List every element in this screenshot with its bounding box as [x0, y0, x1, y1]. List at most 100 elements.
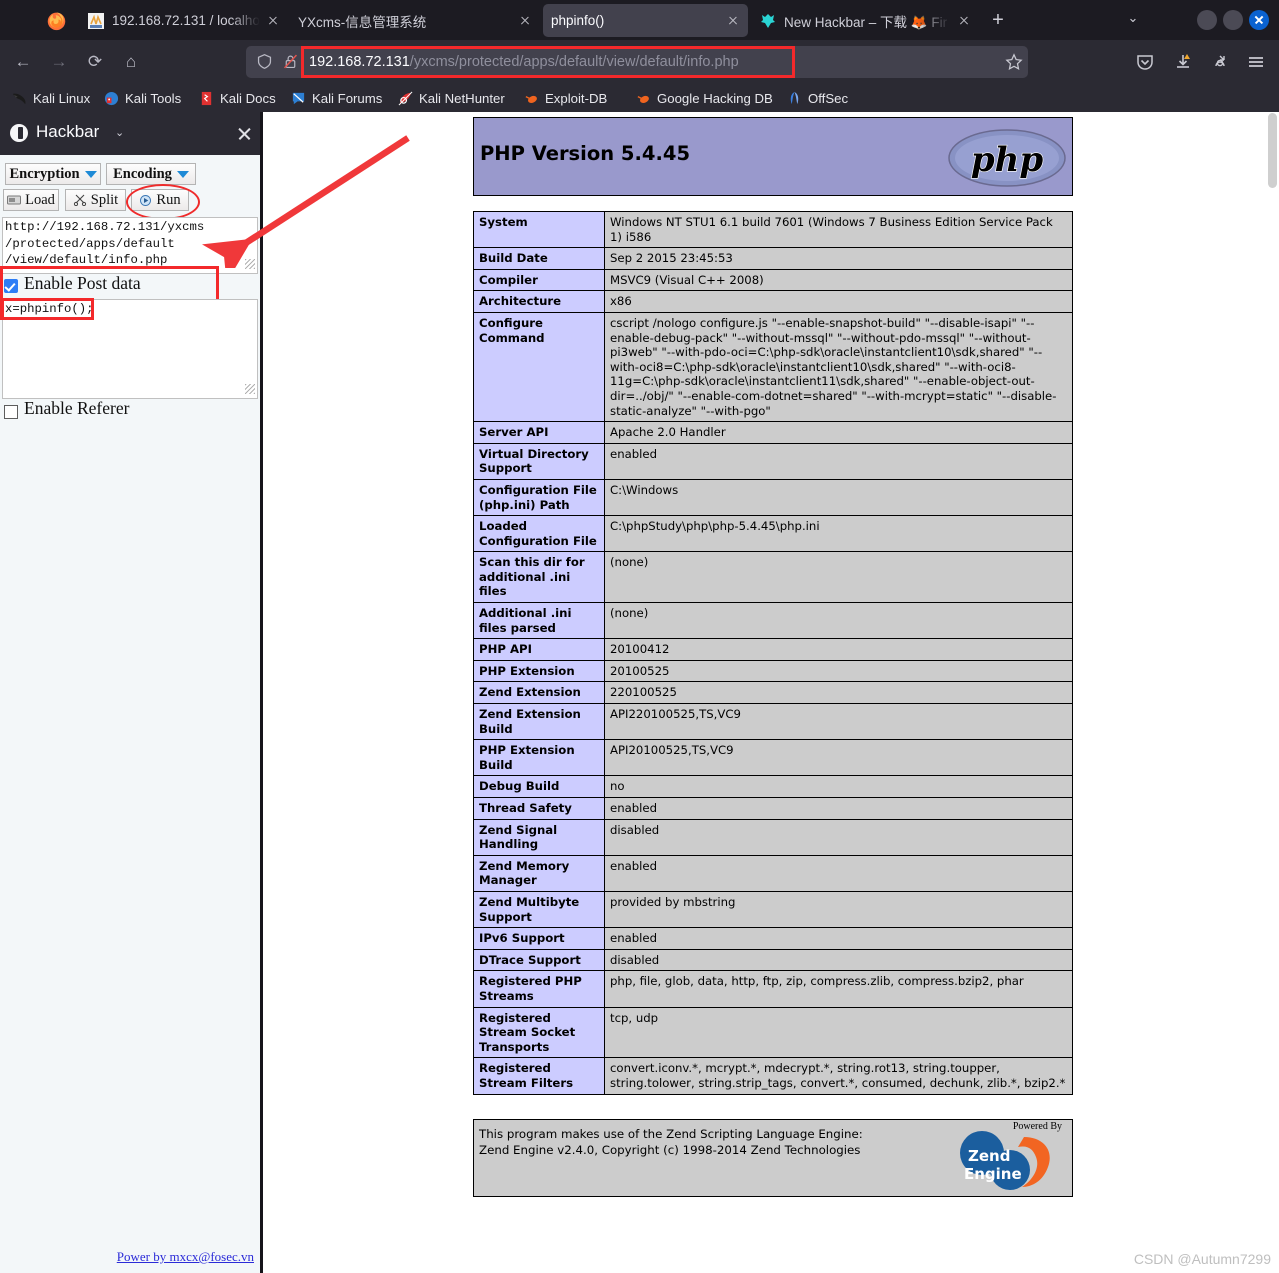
textarea-resize-handle[interactable]	[245, 259, 255, 269]
reload-icon[interactable]: ⟳	[82, 50, 108, 74]
table-cell-key: PHP API	[473, 638, 605, 661]
tab-close-icon[interactable]	[724, 12, 742, 30]
window-close-button[interactable]	[1249, 10, 1269, 30]
load-button[interactable]: Load	[3, 189, 59, 211]
table-row: Registered PHP Streams php, file, glob, d…	[473, 970, 1073, 1008]
browser-chrome: 192.168.72.131 / localhost YXcms-信息管理系统 …	[0, 0, 1279, 112]
download-icon[interactable]	[1173, 52, 1193, 72]
table-row: Zend Extension 220100525	[473, 681, 1073, 705]
bookmark-label: Kali Tools	[125, 90, 182, 106]
tab-phpmyadmin[interactable]: 192.168.72.131 / localhost	[80, 4, 288, 37]
shield-icon[interactable]	[256, 53, 273, 70]
table-cell-value: API220100525,TS,VC9	[604, 703, 1073, 741]
bookmark-kali-nethunter[interactable]: Kali NetHunter	[398, 88, 505, 108]
load-icon	[7, 195, 22, 205]
table-cell-value: provided by mbstring	[604, 890, 1073, 929]
table-cell-value: enabled	[604, 854, 1073, 892]
tab-yxcms[interactable]: YXcms-信息管理系统	[290, 4, 540, 37]
bookmark-kali-tools[interactable]: Kali Tools	[104, 88, 181, 108]
scissors-icon	[73, 194, 86, 206]
bookmark-label: Kali NetHunter	[419, 90, 505, 106]
window-maximize-button[interactable]	[1223, 10, 1243, 30]
table-cell-value: php, file, glob, data, http, ftp, zip, c…	[604, 970, 1073, 1008]
chevron-down-icon[interactable]: ⌄	[115, 126, 124, 139]
split-button[interactable]: Split	[65, 189, 126, 211]
bookmark-offsec[interactable]: OffSec	[787, 88, 848, 108]
textarea-resize-handle[interactable]	[245, 384, 255, 394]
lock-slash-icon[interactable]	[282, 53, 299, 70]
tab-new-hackbar[interactable]: New Hackbar – 下载 🦊 Fir	[752, 4, 979, 37]
new-tab-button[interactable]: +	[988, 10, 1008, 30]
bookmark-label: OffSec	[808, 90, 849, 106]
run-button[interactable]: Run	[131, 189, 189, 211]
bookmark-kali-linux[interactable]: Kali Linux	[12, 88, 90, 108]
encryption-dropdown-button[interactable]: Encryption	[5, 163, 101, 185]
encryption-label: Encryption	[9, 165, 80, 182]
run-label: Run	[156, 191, 181, 208]
table-cell-value: enabled	[604, 797, 1073, 820]
table-cell-value: tcp, udp	[604, 1006, 1073, 1059]
back-icon[interactable]: ←	[10, 50, 36, 74]
bookmark-kali-forums[interactable]: Kali Forums	[291, 88, 382, 108]
tab-phpinfo[interactable]: phpinfo()	[543, 4, 748, 37]
account-icon[interactable]	[1210, 52, 1230, 72]
table-cell-value: (none)	[604, 602, 1073, 640]
table-cell-value: 20100412	[604, 638, 1073, 661]
table-cell-key: Architecture	[473, 290, 605, 313]
table-cell-key: Additional .ini files parsed	[473, 602, 605, 640]
table-row: Registered Stream Socket Transports tcp, …	[473, 1006, 1073, 1059]
table-row: Zend Memory Manager enabled	[473, 854, 1073, 892]
table-cell-key: Zend Memory Manager	[473, 854, 605, 892]
phpmyadmin-icon	[88, 12, 104, 29]
bookmark-kali-docs[interactable]: Kali Docs	[199, 88, 276, 108]
list-all-tabs-icon[interactable]: ⌄	[1122, 10, 1144, 30]
tab-close-icon[interactable]	[955, 12, 973, 30]
table-cell-value: cscript /nologo configure.js "--enable-s…	[604, 311, 1073, 423]
hackbar-icon	[760, 13, 776, 29]
page-scrollbar[interactable]	[1266, 112, 1279, 1273]
kali-dragon-icon	[12, 93, 26, 104]
power-by-link[interactable]: Power by mxcx@fosec.vn	[117, 1249, 254, 1265]
table-row: Debug Build no	[473, 775, 1073, 798]
hackbar-sidebar: Hackbar ⌄ Encryption Encoding Load Split…	[0, 112, 263, 1273]
kali-tools-icon	[104, 91, 119, 105]
tab-label: New Hackbar – 下载 🦊 Fir	[784, 14, 948, 30]
table-row: Thread Safety enabled	[473, 797, 1073, 820]
sidebar-close-icon[interactable]	[236, 125, 253, 142]
table-cell-key: Virtual Directory Support	[473, 442, 605, 480]
bookmark-google-hacking-db[interactable]: Google Hacking DB	[636, 88, 773, 108]
table-cell-value: disabled	[604, 818, 1073, 856]
scrollbar-thumb[interactable]	[1268, 113, 1277, 188]
bookmark-star-icon[interactable]	[1005, 53, 1023, 71]
encoding-dropdown-button[interactable]: Encoding	[106, 163, 196, 185]
pocket-icon[interactable]	[1135, 52, 1155, 72]
table-row: Zend Multibyte Support provided by mbstri…	[473, 890, 1073, 929]
table-cell-value: C:\phpStudy\php\php-5.4.45\php.ini	[604, 515, 1073, 553]
table-row: Registered Stream Filters convert.iconv.*…	[473, 1057, 1073, 1095]
enable-referer-checkbox[interactable]	[4, 405, 18, 419]
table-cell-key: IPv6 Support	[473, 927, 605, 950]
split-label: Split	[90, 191, 119, 208]
zend-engine-text: This program makes use of the Zend Scrip…	[479, 1126, 863, 1158]
table-cell-key: DTrace Support	[473, 948, 605, 972]
tab-close-icon[interactable]	[264, 12, 282, 30]
chevron-down-icon	[176, 170, 189, 178]
enable-post-data-checkbox[interactable]	[4, 279, 18, 293]
url-highlight-box	[301, 46, 795, 78]
table-row: Loaded Configuration File C:\phpStudy\php…	[473, 515, 1073, 553]
table-row: Architecture x86	[473, 290, 1073, 313]
php-version-banner: PHP Version 5.4.45 php	[473, 117, 1073, 196]
table-cell-value: MSVC9 (Visual C++ 2008)	[604, 268, 1073, 292]
hamburger-menu-icon[interactable]	[1246, 52, 1266, 72]
home-icon[interactable]: ⌂	[118, 50, 144, 74]
table-row: Additional .ini files parsed (none)	[473, 602, 1073, 640]
window-minimize-button[interactable]	[1197, 10, 1217, 30]
php-logo-icon: php	[948, 129, 1066, 187]
google-hacking-db-icon	[637, 95, 649, 103]
forward-icon[interactable]: →	[46, 50, 72, 74]
table-row: Configuration File (php.ini) Path C:\Wind…	[473, 478, 1073, 517]
chevron-down-icon	[84, 170, 97, 178]
phpinfo-page: PHP Version 5.4.45 php System Windows NT …	[266, 112, 1266, 1273]
bookmark-exploit-db[interactable]: Exploit-DB	[524, 88, 607, 108]
tab-close-icon[interactable]	[516, 12, 534, 30]
